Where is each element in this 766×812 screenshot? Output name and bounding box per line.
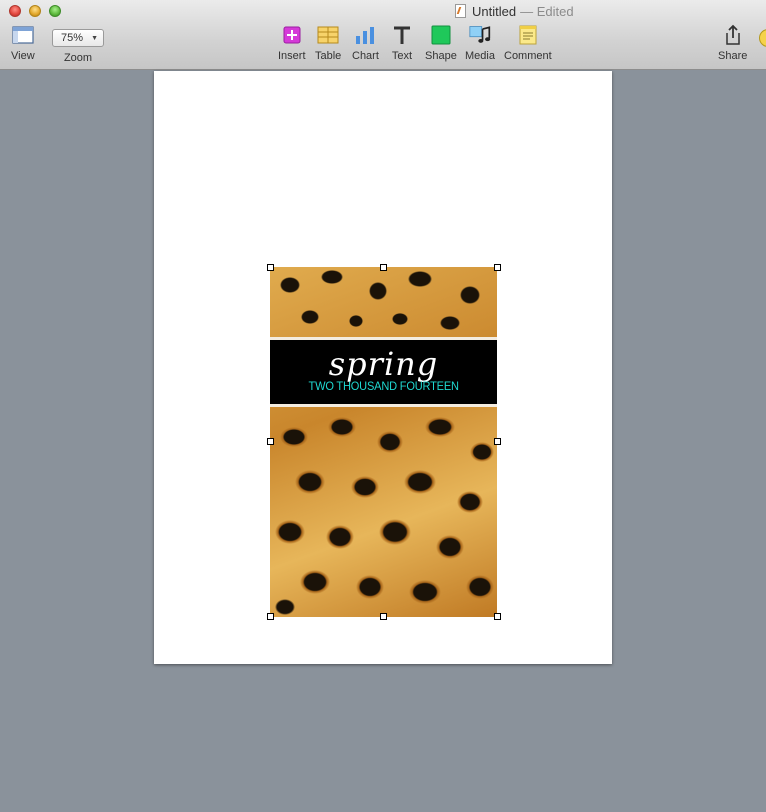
chevron-down-icon: ▼ bbox=[91, 34, 98, 42]
shape-button[interactable]: Shape bbox=[425, 24, 457, 62]
close-window-button[interactable] bbox=[9, 5, 21, 17]
view-icon bbox=[12, 24, 34, 46]
text-button[interactable]: Text bbox=[391, 24, 413, 62]
resize-handle-bottom-right[interactable] bbox=[494, 613, 501, 620]
resize-handle-bottom-left[interactable] bbox=[267, 613, 274, 620]
document-icon bbox=[455, 4, 466, 18]
document-canvas[interactable]: spring TWO THOUSAND FOURTEEN bbox=[0, 70, 766, 812]
shape-label: Shape bbox=[425, 50, 457, 62]
zoom-window-button[interactable] bbox=[49, 5, 61, 17]
resize-handle-top-right[interactable] bbox=[494, 264, 501, 271]
zoom-value: 75% bbox=[61, 32, 84, 44]
text-icon bbox=[391, 24, 413, 46]
table-label: Table bbox=[315, 50, 342, 62]
share-label: Share bbox=[718, 50, 748, 62]
title-banner: spring TWO THOUSAND FOURTEEN bbox=[270, 337, 497, 407]
edited-status: — Edited bbox=[520, 3, 574, 19]
resize-handle-bottom[interactable] bbox=[380, 613, 387, 620]
chart-button[interactable]: Chart bbox=[352, 24, 379, 62]
zoom-label: Zoom bbox=[63, 52, 93, 64]
media-icon bbox=[469, 24, 491, 46]
comment-icon bbox=[517, 24, 539, 46]
leopard-print-background bbox=[270, 267, 497, 617]
chart-label: Chart bbox=[352, 50, 379, 62]
resize-handle-top-left[interactable] bbox=[267, 264, 274, 271]
tips-icon[interactable] bbox=[759, 29, 766, 47]
selected-image[interactable]: spring TWO THOUSAND FOURTEEN bbox=[270, 267, 497, 617]
insert-button[interactable]: Insert bbox=[278, 24, 306, 62]
share-button[interactable]: Share bbox=[718, 24, 747, 62]
window-toolbar: Untitled — Edited View 75% ▼ Zoom Insert… bbox=[0, 0, 766, 70]
media-button[interactable]: Media bbox=[465, 24, 495, 62]
share-icon bbox=[722, 24, 744, 46]
shape-icon bbox=[430, 24, 452, 46]
resize-handle-right[interactable] bbox=[494, 438, 501, 445]
headline-text: spring bbox=[328, 345, 439, 383]
chart-icon bbox=[354, 24, 376, 46]
minimize-window-button[interactable] bbox=[29, 5, 41, 17]
comment-label: Comment bbox=[504, 50, 552, 62]
subheadline-text: TWO THOUSAND FOURTEEN bbox=[308, 379, 459, 393]
view-label: View bbox=[11, 50, 35, 62]
table-icon bbox=[317, 24, 339, 46]
document-page[interactable]: spring TWO THOUSAND FOURTEEN bbox=[154, 71, 612, 664]
zoom-control[interactable]: 75% ▼ Zoom bbox=[52, 24, 104, 64]
comment-button[interactable]: Comment bbox=[504, 24, 552, 62]
zoom-select[interactable]: 75% ▼ bbox=[52, 29, 104, 47]
resize-handle-left[interactable] bbox=[267, 438, 274, 445]
text-label: Text bbox=[391, 50, 413, 62]
media-label: Media bbox=[465, 50, 495, 62]
table-button[interactable]: Table bbox=[315, 24, 341, 62]
insert-icon bbox=[281, 24, 303, 46]
window-title: Untitled — Edited bbox=[455, 3, 574, 19]
resize-handle-top[interactable] bbox=[380, 264, 387, 271]
insert-label: Insert bbox=[278, 50, 306, 62]
document-title: Untitled bbox=[472, 3, 517, 19]
view-button[interactable]: View bbox=[11, 24, 35, 62]
